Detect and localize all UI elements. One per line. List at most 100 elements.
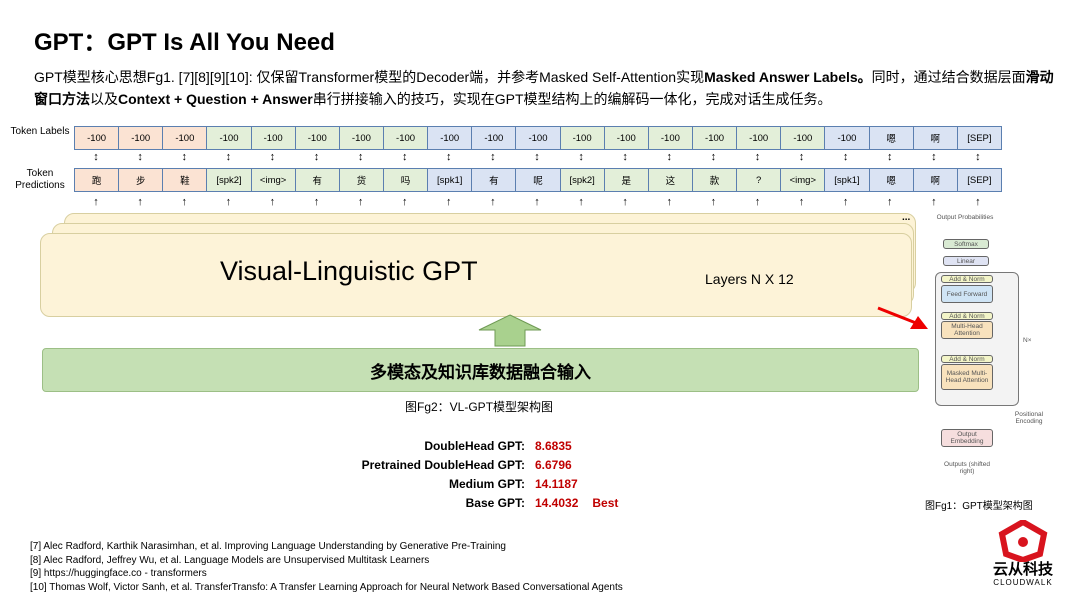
score-name: Pretrained DoubleHead GPT: [361, 458, 525, 472]
token-prediction-cell: 款 [692, 169, 738, 191]
token-prediction-cell: 呢 [516, 169, 561, 191]
transformer-diagram: Output Probabilities Softmax Linear Add … [925, 205, 1065, 515]
score-value: 6.6796 [535, 458, 572, 472]
up-arrow-icon: ↑ [269, 196, 276, 208]
cloudwalk-logo-icon [998, 520, 1048, 562]
bidir-arrow-icon: ↕ [798, 151, 805, 163]
bidir-arrow-icon: ↕ [710, 151, 717, 163]
score-value: 8.6835 [535, 439, 572, 453]
bidir-arrow-icon: ↕ [269, 151, 276, 163]
addnorm-box: Add & Norm [941, 312, 993, 320]
bidir-arrow-icon: ↕ [534, 151, 540, 163]
token-prediction-cell: 有 [295, 169, 340, 191]
token-prediction-cell: 步 [119, 169, 164, 191]
output-embedding-box: Output Embedding [941, 429, 993, 447]
up-arrow-icon: ↑ [93, 196, 99, 208]
bidir-arrow-icon: ↕ [842, 151, 849, 163]
bidir-arrow-icon: ↕ [181, 151, 187, 163]
scores: DoubleHead GPT: 8.6835 Pretrained DoubleHe… [325, 437, 619, 513]
up-arrow-icon: ↑ [842, 196, 849, 208]
bidir-arrow-icon: ↕ [666, 151, 673, 163]
score-row: Medium GPT: 14.1187 [325, 475, 618, 494]
reference-item: [10] Thomas Wolf, Victor Sanh, et al. Tr… [30, 581, 623, 593]
token-labels-row: -100 -100 -100 -100 -100 -100 -100 -100 -100 -100… [74, 126, 1002, 150]
bidir-arrows: ↕ ↕ ↕ ↕ ↕ ↕ ↕ ↕ ↕ ↕ ↕ ↕ ↕ ↕ ↕ ↕ ↕ ↕ ↕ ↕ ↕ [74, 151, 1000, 163]
token-label-cell: -100 [207, 127, 252, 149]
token-prediction-cell: 吗 [383, 169, 429, 191]
up-arrow-icon: ↑ [357, 196, 364, 208]
bidir-arrow-icon: ↕ [975, 151, 981, 163]
bidir-arrow-icon: ↕ [578, 151, 584, 163]
intro-p4: 串行拼接输入的技巧，实现在GPT模型结构上的编解码一体化，完成对话生成任务。 [312, 91, 832, 107]
intro-p3: 以及 [90, 91, 118, 107]
token-label-cell: -100 [119, 127, 164, 149]
token-labels-title: Token Labels [10, 126, 70, 137]
bidir-arrow-icon: ↕ [490, 151, 496, 163]
intro-p1: GPT模型核心思想Fg1. [7][8][9][10]: 仅保留Transfor… [34, 69, 705, 85]
up-arrow-icon: ↑ [578, 196, 584, 208]
score-name: Medium GPT: [448, 477, 525, 491]
token-prediction-cell: 货 [339, 169, 384, 191]
token-prediction-cell: 有 [472, 169, 517, 191]
caption-fg2: 图Fg2：VL-GPT模型架构图 [405, 400, 554, 414]
token-prediction-cell: 嗯 [869, 169, 914, 191]
token-label-cell: -100 [339, 127, 384, 149]
token-label-cell: -100 [692, 127, 738, 149]
token-label-cell: -100 [295, 127, 340, 149]
up-arrow-icon: ↑ [181, 196, 187, 208]
up-arrow-icon: ↑ [401, 196, 408, 208]
bidir-arrow-icon: ↕ [137, 151, 143, 163]
up-arrow-icon: ↑ [313, 196, 320, 208]
intro-text: GPT模型核心思想Fg1. [7][8][9][10]: 仅保留Transfor… [34, 66, 1054, 110]
score-row: Base GPT: 14.4032 Best [325, 494, 619, 513]
bidir-arrow-icon: ↕ [93, 151, 99, 163]
score-value: 14.1187 [535, 477, 578, 491]
up-arrow-icon [478, 314, 542, 347]
bidir-arrow-icon: ↕ [886, 151, 893, 163]
token-label-cell: -100 [75, 127, 120, 149]
score-value: 14.4032 [535, 496, 579, 510]
up-arrow-icon: ↑ [754, 196, 761, 208]
references: [7] Alec Radford, Karthik Narasimhan, et… [30, 540, 623, 594]
up-arrow-icon: ↑ [710, 196, 717, 208]
token-label-cell: -100 [737, 127, 782, 149]
reference-item: [7] Alec Radford, Karthik Narasimhan, et… [30, 541, 506, 552]
token-label-cell: -100 [781, 127, 826, 149]
up-arrow-icon: ↑ [137, 196, 143, 208]
multi-head-attention-box: Multi-Head Attention [941, 321, 993, 339]
bidir-arrow-icon: ↕ [622, 151, 628, 163]
token-prediction-cell: 是 [604, 169, 649, 191]
token-prediction-cell: 跑 [75, 169, 120, 191]
up-arrows: ↑ ↑ ↑ ↑ ↑ ↑ ↑ ↑ ↑ ↑ ↑ ↑ ↑ ↑ ↑ ↑ ↑ ↑ ↑ ↑ ↑ [74, 196, 1000, 208]
fusion-input-bar: 多模态及知识库数据融合输入 [42, 348, 919, 392]
token-prediction-cell: [spk1] [428, 169, 473, 191]
masked-attention-box: Masked Multi-Head Attention [941, 364, 993, 390]
token-label-cell: 嗯 [869, 127, 914, 149]
token-label-cell: -100 [604, 127, 649, 149]
intro-p2: 同时，通过结合数据层面 [871, 69, 1026, 85]
logo-en: CLOUDWALK [993, 578, 1053, 587]
positional-encoding-label: Positional Encoding [1014, 411, 1044, 425]
slide-title: GPT：GPT Is All You Need [34, 29, 335, 56]
token-prediction-cell: <img> [781, 169, 826, 191]
bidir-arrow-icon: ↕ [313, 151, 320, 163]
caption-fg1: 图Fg1：GPT模型架构图 [925, 501, 1033, 512]
addnorm-box: Add & Norm [941, 355, 993, 363]
reference-item: [9] https://huggingface.co - transformer… [30, 568, 207, 579]
token-label-cell: -100 [163, 127, 208, 149]
up-arrow-icon: ↑ [622, 196, 628, 208]
nx-label: N× [1023, 337, 1032, 344]
token-prediction-cell: 这 [648, 169, 693, 191]
token-label-cell: -100 [428, 127, 473, 149]
token-label-cell: -100 [516, 127, 561, 149]
token-predictions-row: 跑步鞋 [spk2] <img> 有货吗 [spk1] 有呢 [spk2] 是这款? <img>… [74, 168, 1002, 192]
score-name: Base GPT: [465, 496, 525, 510]
up-arrow-icon: ↑ [446, 196, 452, 208]
bidir-arrow-icon: ↕ [446, 151, 452, 163]
intro-b1: Masked Answer Labels。 [704, 69, 872, 85]
up-arrow-icon: ↑ [798, 196, 805, 208]
token-label-cell: -100 [383, 127, 429, 149]
token-predictions-title: Token Predictions [15, 168, 65, 191]
red-arrow-icon [877, 306, 928, 329]
feed-forward-box: Feed Forward [941, 285, 993, 303]
